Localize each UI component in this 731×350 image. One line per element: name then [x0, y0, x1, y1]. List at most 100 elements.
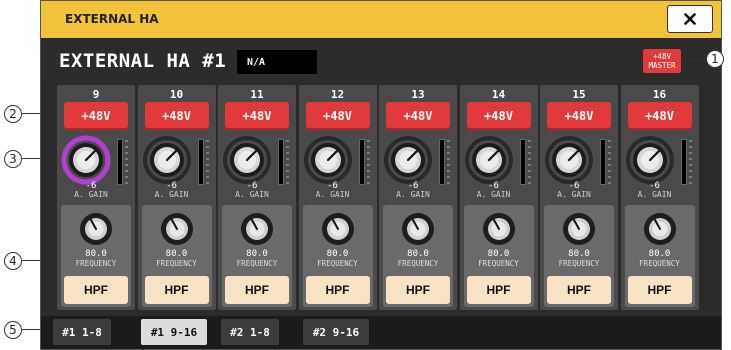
frequency-value: 80.0	[326, 249, 349, 259]
header-area: EXTERNAL HA #1 N/A +48V MASTER	[41, 38, 721, 85]
hpf-button[interactable]: HPF	[466, 276, 531, 304]
gain-label: A. GAIN	[154, 190, 189, 199]
level-meter	[358, 139, 365, 185]
frequency-knob-icon	[241, 213, 273, 245]
hpf-button[interactable]: HPF	[305, 276, 370, 304]
channel-strip: 9 +48V -6 A. GAIN 80.0 FREQUENCY HPF	[57, 85, 135, 310]
gain-knob-icon	[464, 136, 513, 184]
channel-number: 13	[411, 88, 425, 101]
frequency-knob-icon	[402, 213, 434, 245]
frequency-label: FREQUENCY	[558, 259, 600, 268]
hpf-button[interactable]: HPF	[627, 276, 692, 304]
gain-label: A. GAIN	[637, 190, 672, 199]
channel-strip: 15 +48V -6 A. GAIN 80.0 FREQUENCY HPF	[540, 85, 618, 310]
channel-strip: 14 +48V -6 A. GAIN 80.0 FREQUENCY HPF	[459, 85, 538, 310]
channel-strip: 10 +48V -6 A. GAIN 80.0 FREQUENCY HPF	[137, 85, 216, 310]
frequency-knob-icon	[160, 213, 193, 245]
level-meter	[519, 139, 526, 185]
hpf-button[interactable]: HPF	[225, 276, 289, 304]
hpf-button[interactable]: HPF	[386, 276, 450, 304]
channel-strip: 11 +48V -6 A. GAIN 80.0 FREQUENCY HPF	[218, 85, 296, 310]
hpf-button[interactable]: HPF	[144, 276, 209, 304]
ha-title: EXTERNAL HA #1	[59, 50, 227, 72]
hpf-frequency-knob[interactable]	[159, 211, 195, 251]
gain-knob-icon	[545, 136, 593, 184]
channel-strip: 12 +48V -6 A. GAIN 80.0 FREQUENCY HPF	[298, 85, 377, 310]
hpf-frequency-knob[interactable]	[642, 211, 678, 251]
callout-3: 3	[4, 150, 22, 168]
phantom-48v-button[interactable]: +48V	[386, 102, 450, 130]
close-button[interactable]	[667, 5, 713, 33]
bank-tab[interactable]: #1 9-16	[141, 319, 207, 345]
phantom-master-button[interactable]: +48V MASTER	[643, 49, 681, 73]
hpf-button[interactable]: HPF	[547, 276, 611, 304]
frequency-label: FREQUENCY	[639, 259, 680, 268]
frequency-knob-icon	[80, 213, 112, 245]
frequency-knob-icon	[321, 213, 354, 245]
gain-label: A. GAIN	[396, 190, 430, 199]
hpf-frequency-knob[interactable]	[239, 211, 275, 251]
hpf-section: 80.0 FREQUENCY HPF	[61, 205, 131, 307]
phantom-48v-button[interactable]: +48V	[225, 102, 289, 130]
frequency-label: FREQUENCY	[317, 259, 358, 268]
channel-number: 16	[652, 88, 667, 101]
gain-label: A. GAIN	[476, 190, 511, 199]
level-meter	[278, 139, 284, 185]
frequency-label: FREQUENCY	[236, 259, 278, 268]
hpf-frequency-knob[interactable]	[78, 211, 114, 251]
level-meter	[117, 139, 123, 185]
hpf-frequency-knob[interactable]	[481, 211, 517, 251]
hpf-frequency-knob[interactable]	[400, 211, 436, 251]
frequency-knob-icon	[643, 213, 676, 245]
hpf-section: 80.0 FREQUENCY HPF	[544, 205, 614, 307]
hpf-section: 80.0 FREQUENCY HPF	[302, 205, 373, 307]
channel-strip: 13 +48V -6 A. GAIN 80.0 FREQUENCY HPF	[379, 85, 457, 310]
phantom-48v-button[interactable]: +48V	[305, 102, 370, 130]
meter-scale	[447, 139, 450, 185]
hpf-frequency-knob[interactable]	[561, 211, 597, 251]
gain-knob-icon	[625, 136, 674, 184]
channel-number: 9	[92, 88, 100, 101]
frequency-value: 80.0	[407, 249, 429, 259]
callout-1: 1	[706, 50, 724, 68]
ha-name-field[interactable]: N/A	[237, 50, 317, 74]
meter-scale	[125, 139, 128, 185]
channel-number: 10	[169, 88, 184, 101]
callout-2: 2	[4, 105, 22, 123]
hpf-frequency-knob[interactable]	[320, 211, 356, 251]
meter-scale	[366, 139, 370, 185]
phantom-master-line2: MASTER	[648, 61, 676, 70]
phantom-48v-button[interactable]: +48V	[466, 102, 531, 130]
window-title: EXTERNAL HA	[65, 12, 159, 26]
phantom-48v-button[interactable]: +48V	[547, 102, 611, 130]
frequency-value: 80.0	[487, 249, 510, 259]
bank-tab[interactable]: #2 9-16	[303, 319, 369, 345]
phantom-master-line1: +48V	[652, 52, 672, 61]
level-meter	[600, 139, 606, 185]
channel-number: 15	[572, 88, 586, 101]
bank-tab[interactable]: #1 1-8	[53, 319, 111, 345]
gain-label: A. GAIN	[557, 190, 591, 199]
hpf-section: 80.0 FREQUENCY HPF	[383, 205, 453, 307]
frequency-label: FREQUENCY	[397, 259, 439, 268]
phantom-48v-button[interactable]: +48V	[64, 102, 128, 130]
frequency-label: FREQUENCY	[156, 259, 197, 268]
meter-scale	[527, 139, 531, 185]
gain-knob-icon	[61, 135, 111, 185]
gain-knob-icon	[384, 136, 432, 184]
meter-scale	[286, 139, 289, 185]
gain-label: A. GAIN	[315, 190, 350, 199]
hpf-section: 80.0 FREQUENCY HPF	[624, 205, 695, 307]
gain-knob-icon	[142, 136, 191, 184]
frequency-knob-icon	[563, 213, 595, 245]
hpf-button[interactable]: HPF	[64, 276, 128, 304]
phantom-48v-button[interactable]: +48V	[627, 102, 692, 130]
frequency-label: FREQUENCY	[478, 259, 519, 268]
hpf-section: 80.0 FREQUENCY HPF	[463, 205, 534, 307]
frequency-value: 80.0	[165, 249, 188, 259]
bank-tab[interactable]: #2 1-8	[221, 319, 279, 345]
frequency-knob-icon	[482, 213, 515, 245]
phantom-48v-button[interactable]: +48V	[144, 102, 209, 130]
gain-label: A. GAIN	[235, 190, 269, 199]
frequency-value: 80.0	[648, 249, 671, 259]
